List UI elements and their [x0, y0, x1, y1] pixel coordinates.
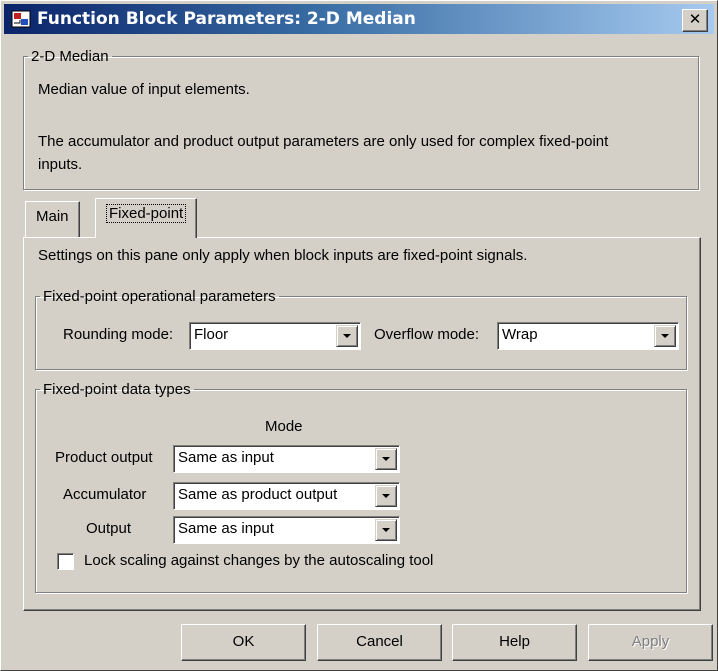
output-value: Same as input	[178, 520, 274, 537]
lock-scaling-label[interactable]: Lock scaling against changes by the auto…	[84, 552, 433, 569]
chevron-down-icon[interactable]	[375, 519, 397, 541]
description-line-1: Median value of input elements.	[38, 81, 250, 98]
rounding-mode-select[interactable]: Floor	[189, 322, 361, 350]
description-group-title: 2-D Median	[31, 48, 109, 65]
ok-button-label: OK	[232, 633, 255, 650]
product-output-label: Product output	[55, 449, 153, 466]
overflow-mode-select[interactable]: Wrap	[497, 322, 679, 350]
operational-params-title: Fixed-point operational parameters	[43, 288, 276, 305]
chevron-down-icon[interactable]	[654, 325, 676, 347]
simulink-block-icon	[11, 10, 31, 28]
accumulator-select[interactable]: Same as product output	[173, 482, 400, 510]
apply-button[interactable]: Apply	[588, 624, 713, 661]
title-bar[interactable]: Function Block Parameters: 2-D Median ✕	[4, 4, 714, 34]
lock-scaling-checkbox[interactable]	[57, 553, 74, 570]
overflow-mode-value: Wrap	[502, 326, 538, 343]
description-line-3: inputs.	[38, 156, 83, 173]
apply-button-label: Apply	[631, 633, 670, 650]
accumulator-label: Accumulator	[63, 486, 147, 503]
rounding-mode-label: Rounding mode:	[63, 326, 174, 343]
tab-fixed-point-label: Fixed-point	[106, 204, 187, 223]
product-output-value: Same as input	[178, 449, 274, 466]
overflow-mode-label: Overflow mode:	[374, 326, 480, 343]
window-title: Function Block Parameters: 2-D Median	[37, 9, 416, 29]
ok-button[interactable]: OK	[181, 624, 306, 661]
tab-fixed-point[interactable]: Fixed-point	[95, 198, 198, 238]
accumulator-value: Same as product output	[178, 486, 338, 503]
close-button[interactable]: ✕	[682, 9, 708, 32]
tab-main-label: Main	[36, 208, 69, 225]
mode-column-header: Mode	[265, 418, 303, 435]
data-types-title: Fixed-point data types	[43, 381, 191, 398]
tab-main[interactable]: Main	[25, 201, 80, 238]
chevron-down-icon[interactable]	[375, 448, 397, 470]
output-select[interactable]: Same as input	[173, 516, 400, 544]
dialog-window: Function Block Parameters: 2-D Median ✕ …	[0, 0, 718, 671]
cancel-button[interactable]: Cancel	[317, 624, 442, 661]
output-label: Output	[86, 520, 132, 537]
help-button[interactable]: Help	[452, 624, 577, 661]
description-line-2: The accumulator and product output param…	[38, 133, 609, 150]
rounding-mode-value: Floor	[194, 326, 229, 343]
cancel-button-label: Cancel	[356, 633, 403, 650]
panel-info-text: Settings on this pane only apply when bl…	[38, 247, 528, 264]
description-group: 2-D Median	[23, 48, 699, 190]
chevron-down-icon[interactable]	[375, 485, 397, 507]
close-icon: ✕	[688, 11, 702, 28]
help-button-label: Help	[499, 633, 530, 650]
chevron-down-icon[interactable]	[336, 325, 358, 347]
product-output-select[interactable]: Same as input	[173, 445, 400, 473]
